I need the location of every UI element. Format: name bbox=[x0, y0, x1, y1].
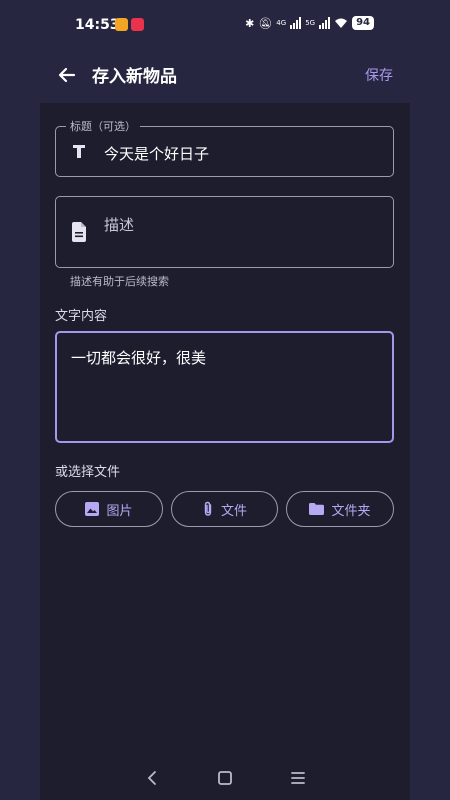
paperclip-icon bbox=[204, 501, 212, 516]
notification-app-icon bbox=[115, 18, 128, 31]
status-time: 14:53 bbox=[75, 17, 120, 33]
image-icon bbox=[85, 502, 100, 516]
document-icon bbox=[70, 222, 88, 242]
nav-back-button[interactable] bbox=[142, 768, 162, 788]
text-content-value: 一切都会很好，很美 bbox=[71, 349, 207, 367]
network-5g-label: 5G bbox=[305, 19, 316, 27]
page-title: 存入新物品 bbox=[92, 67, 177, 87]
nav-home-button[interactable] bbox=[215, 768, 235, 788]
signal-4g-icon bbox=[290, 17, 302, 29]
bluetooth-icon: ✱ bbox=[245, 16, 255, 30]
image-button-label: 图片 bbox=[106, 503, 133, 519]
nav-menu-button[interactable] bbox=[288, 768, 308, 788]
battery-indicator: 94 bbox=[352, 16, 374, 30]
status-bar: 14:53 ✱ 🔕︎ 4G 5G 94 bbox=[0, 0, 450, 50]
signal-5g-icon bbox=[319, 17, 331, 29]
description-placeholder: 描述 bbox=[104, 216, 135, 234]
file-button-label: 文件 bbox=[220, 503, 247, 519]
arrow-back-icon bbox=[58, 67, 76, 83]
save-button[interactable]: 保存 bbox=[365, 65, 393, 85]
back-button[interactable] bbox=[54, 62, 80, 88]
chevron-left-icon bbox=[147, 771, 156, 785]
title-field[interactable]: 标题（可选） 今天是个好日子 bbox=[55, 118, 394, 177]
folder-button-label: 文件夹 bbox=[331, 503, 371, 519]
file-button[interactable]: 文件 bbox=[171, 491, 278, 527]
description-helper-text: 描述有助于后续搜索 bbox=[70, 275, 169, 288]
wifi-icon bbox=[335, 18, 348, 28]
folder-button[interactable]: 文件夹 bbox=[286, 491, 394, 527]
text-content-label: 文字内容 bbox=[55, 309, 108, 324]
mute-icon: 🔕︎ bbox=[258, 16, 273, 30]
text-fields-icon bbox=[70, 141, 88, 161]
menu-icon bbox=[291, 772, 305, 784]
text-content-input[interactable]: 一切都会很好，很美 bbox=[55, 331, 394, 443]
file-section-label: 或选择文件 bbox=[55, 465, 121, 480]
network-4g-label: 4G bbox=[276, 19, 287, 27]
description-field[interactable]: 描述 bbox=[55, 196, 394, 268]
title-field-value: 今天是个好日子 bbox=[104, 145, 210, 163]
notification-video-icon bbox=[131, 18, 144, 31]
image-button[interactable]: 图片 bbox=[55, 491, 163, 527]
square-icon bbox=[218, 771, 232, 785]
app-bar: 存入新物品 保存 bbox=[0, 50, 450, 100]
system-nav-bar bbox=[40, 760, 410, 796]
folder-icon bbox=[309, 503, 325, 515]
title-field-label: 标题（可选） bbox=[66, 118, 140, 134]
form-container: 标题（可选） 今天是个好日子 描述 描述有助于后续搜索 文字内容 一切都会很好，… bbox=[40, 103, 410, 800]
status-indicators: ✱ 🔕︎ 4G 5G 94 bbox=[245, 16, 374, 30]
